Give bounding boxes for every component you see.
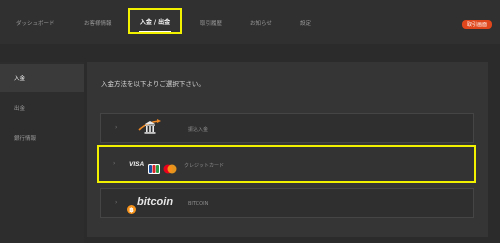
nav-notices[interactable]: お知らせ <box>250 19 272 27</box>
sidebar-item-label: 出金 <box>14 106 26 112</box>
jcb-icon <box>148 159 160 178</box>
method-bank-transfer[interactable]: › 振込入金 <box>100 113 474 143</box>
trade-screen-button-label: 取引画面 <box>466 22 487 28</box>
nav-deposit-withdraw-label: 入金 / 出金 <box>139 18 171 26</box>
sidebar-item-deposit[interactable]: 入金 <box>0 64 84 92</box>
active-tab-underline <box>139 31 171 32</box>
bank-icon <box>137 118 163 142</box>
page-instruction: 入金方法を以下よりご選択下さい。 <box>101 80 205 88</box>
nav-settings[interactable]: 設定 <box>300 19 311 27</box>
chevron-right-icon: › <box>115 199 118 206</box>
sidebar: 入金 出金 銀行情報 <box>0 62 84 243</box>
method-bitcoin[interactable]: › ฿ bitcoin BITCOIN <box>100 188 474 218</box>
method-credit-card[interactable]: › VISA クレジットカード <box>97 145 476 183</box>
bitcoin-wordmark: bitcoin <box>137 196 174 208</box>
sidebar-item-bank-info[interactable]: 銀行情報 <box>0 124 84 152</box>
svg-text:฿: ฿ <box>129 206 134 214</box>
bitcoin-icon: ฿ <box>127 199 136 218</box>
nav-trade-history[interactable]: 取引履歴 <box>200 19 222 27</box>
visa-logo: VISA <box>129 161 145 168</box>
mastercard-icon <box>163 159 177 178</box>
trade-screen-button[interactable]: 取引画面 <box>462 20 492 29</box>
nav-dashboard[interactable]: ダッシュボード <box>16 19 55 27</box>
sidebar-item-withdraw[interactable]: 出金 <box>0 94 84 122</box>
chevron-right-icon: › <box>115 124 118 131</box>
sidebar-item-label: 入金 <box>14 76 26 82</box>
method-label-bank-transfer: 振込入金 <box>188 127 209 133</box>
method-label-credit-card: クレジットカード <box>184 163 225 169</box>
nav-customer-info[interactable]: お客様情報 <box>84 19 112 27</box>
sidebar-item-label: 銀行情報 <box>14 136 37 142</box>
top-navigation: ダッシュボード お客様情報 入金 / 出金 取引履歴 お知らせ 設定 取引画面 <box>0 0 500 44</box>
method-label-bitcoin: BITCOIN <box>188 201 209 207</box>
chevron-right-icon: › <box>113 160 116 167</box>
